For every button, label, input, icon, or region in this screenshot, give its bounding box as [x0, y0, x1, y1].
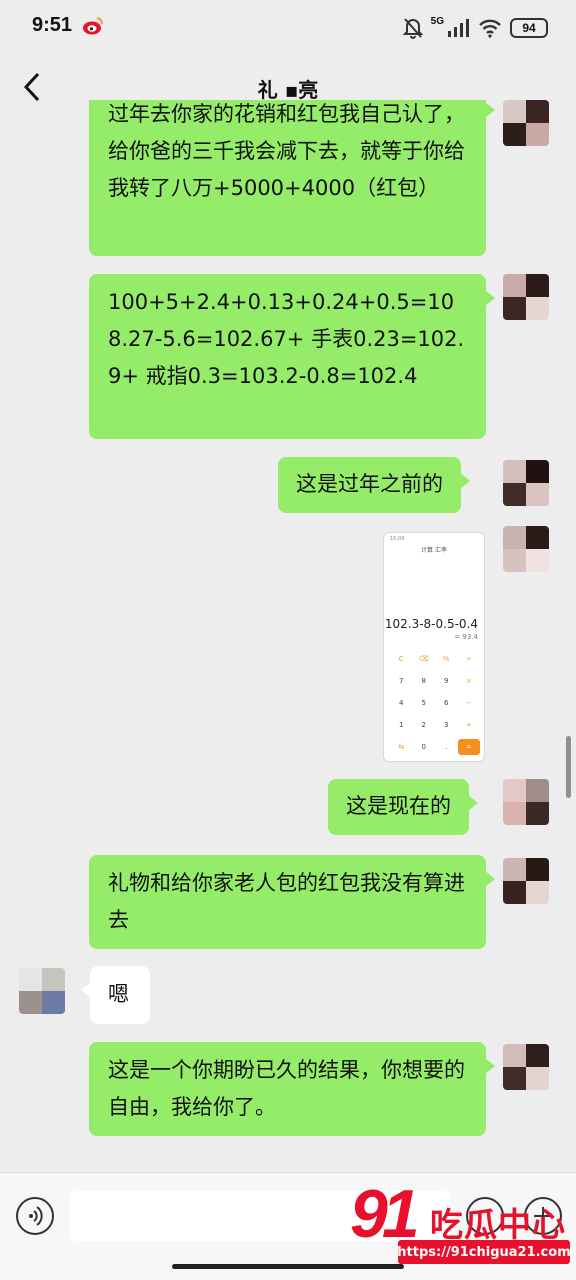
image-key: 6: [444, 699, 449, 707]
message-text: 100+5+2.4+0.13+0.24+0.5=108.27-5.6=102.6…: [108, 290, 465, 388]
my-avatar[interactable]: [503, 460, 549, 506]
network-label: 5G: [430, 15, 444, 27]
contact-avatar[interactable]: [19, 968, 65, 1014]
message-text: 这是一个你期盼已久的结果，你想要的自由，我给你了。: [108, 1058, 465, 1119]
image-key: 4: [399, 699, 404, 707]
wifi-icon: [479, 19, 501, 38]
battery-icon: 94: [510, 18, 548, 38]
my-avatar[interactable]: [503, 779, 549, 825]
watermark-logo: 91: [350, 1176, 420, 1252]
image-key: ⌫: [418, 655, 429, 663]
image-result: = 93.4: [454, 633, 478, 641]
message-text: 礼物和给你家老人包的红包我没有算进去: [108, 871, 465, 932]
message-bubble[interactable]: 100+5+2.4+0.13+0.24+0.5=108.27-5.6=102.6…: [89, 274, 495, 439]
image-tabs: 计算 汇率: [421, 547, 447, 554]
image-key: 2: [421, 721, 426, 729]
my-avatar[interactable]: [503, 1044, 549, 1090]
image-key: ×: [465, 677, 472, 685]
image-key: %: [442, 655, 450, 663]
my-avatar[interactable]: [503, 100, 549, 146]
message-bubble[interactable]: 嗯: [81, 966, 150, 1024]
image-keypad: C ⌫ % ÷ 7 8 9 × 4 5 6 − 1 2 3 + ⇆ 0 . =: [390, 651, 480, 755]
image-key: 9: [444, 677, 449, 685]
message-bubble[interactable]: 过年去你家的花销和红包我自己认了，给你爸的三千我会减下去，就等于你给我转了八万+…: [89, 100, 495, 256]
image-key: ÷: [465, 655, 472, 663]
message-text: 这是过年之前的: [296, 472, 443, 496]
image-key: 3: [444, 721, 449, 729]
image-key: ⇆: [398, 743, 405, 751]
chat-title: 礼 ▪亮: [257, 78, 319, 102]
image-key: 0: [421, 743, 426, 751]
image-key: C: [398, 655, 404, 663]
image-key: .: [445, 743, 448, 751]
image-key: 1: [399, 721, 404, 729]
image-key: 5: [421, 699, 426, 707]
status-bar: 9:51 5G 94: [0, 0, 576, 56]
image-status-time: 10:09: [390, 536, 405, 542]
watermark-name: 吃瓜中心: [430, 1205, 566, 1244]
signal-icon: [448, 19, 469, 37]
mute-bell-icon: [402, 18, 423, 39]
image-key: −: [465, 699, 472, 707]
image-key: =: [457, 739, 480, 755]
image-expression: 102.3-8-0.5-0.4: [384, 617, 478, 631]
home-indicator[interactable]: [172, 1264, 404, 1269]
message-text: 过年去你家的花销和红包我自己认了，给你爸的三千我会减下去，就等于你给我转了八万+…: [108, 102, 465, 200]
watermark-url: https://91chigua21.com: [397, 1240, 571, 1264]
scrollbar[interactable]: [566, 736, 571, 798]
weibo-icon: [83, 17, 103, 35]
message-bubble[interactable]: 礼物和给你家老人包的红包我没有算进去: [89, 855, 495, 949]
message-text: 嗯: [108, 982, 129, 1006]
image-key: 7: [399, 677, 404, 685]
my-avatar[interactable]: [503, 858, 549, 904]
image-key: +: [465, 721, 472, 729]
status-icons: 5G 94: [402, 14, 548, 42]
message-text: 这是现在的: [346, 794, 451, 818]
message-bubble[interactable]: 这是现在的: [328, 779, 478, 835]
image-key: 8: [421, 677, 426, 685]
voice-icon[interactable]: [16, 1197, 54, 1235]
my-avatar[interactable]: [503, 274, 549, 320]
calculator-screenshot[interactable]: 10:09 计算 汇率 102.3-8-0.5-0.4 = 93.4 C ⌫ %…: [383, 532, 485, 762]
chat-area[interactable]: 过年去你家的花销和红包我自己认了，给你爸的三千我会减下去，就等于你给我转了八万+…: [0, 100, 576, 1170]
my-avatar[interactable]: [503, 526, 549, 572]
message-bubble[interactable]: 这是过年之前的: [278, 457, 470, 513]
message-bubble[interactable]: 这是一个你期盼已久的结果，你想要的自由，我给你了。: [89, 1042, 495, 1136]
status-time: 9:51: [32, 14, 73, 36]
voice-waves: [29, 1206, 43, 1226]
